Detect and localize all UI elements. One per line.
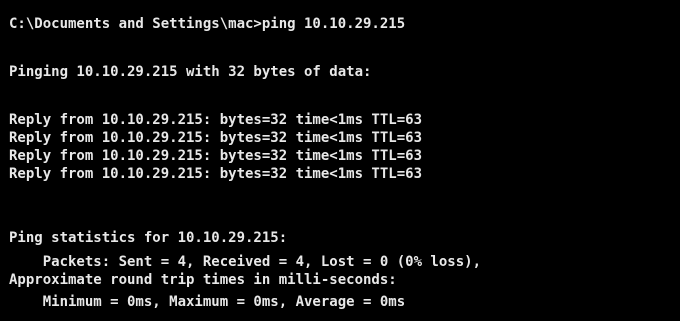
pinging-line: Pinging 10.10.29.215 with 32 bytes of da… — [9, 64, 372, 80]
reply-line: Reply from 10.10.29.215: bytes=32 time<1… — [9, 166, 423, 182]
reply-line: Reply from 10.10.29.215: bytes=32 time<1… — [9, 112, 423, 128]
packets-line: Packets: Sent = 4, Received = 4, Lost = … — [9, 254, 482, 270]
command-prompt-window[interactable]: C:\Documents and Settings\mac>ping 10.10… — [0, 0, 680, 321]
round-trip-times-line: Minimum = 0ms, Maximum = 0ms, Average = … — [9, 294, 406, 310]
reply-line: Reply from 10.10.29.215: bytes=32 time<1… — [9, 130, 423, 146]
statistics-header: Ping statistics for 10.10.29.215: — [9, 230, 288, 246]
reply-line: Reply from 10.10.29.215: bytes=32 time<1… — [9, 148, 423, 164]
round-trip-header: Approximate round trip times in milli-se… — [9, 272, 397, 288]
command-line: C:\Documents and Settings\mac>ping 10.10… — [9, 16, 406, 32]
